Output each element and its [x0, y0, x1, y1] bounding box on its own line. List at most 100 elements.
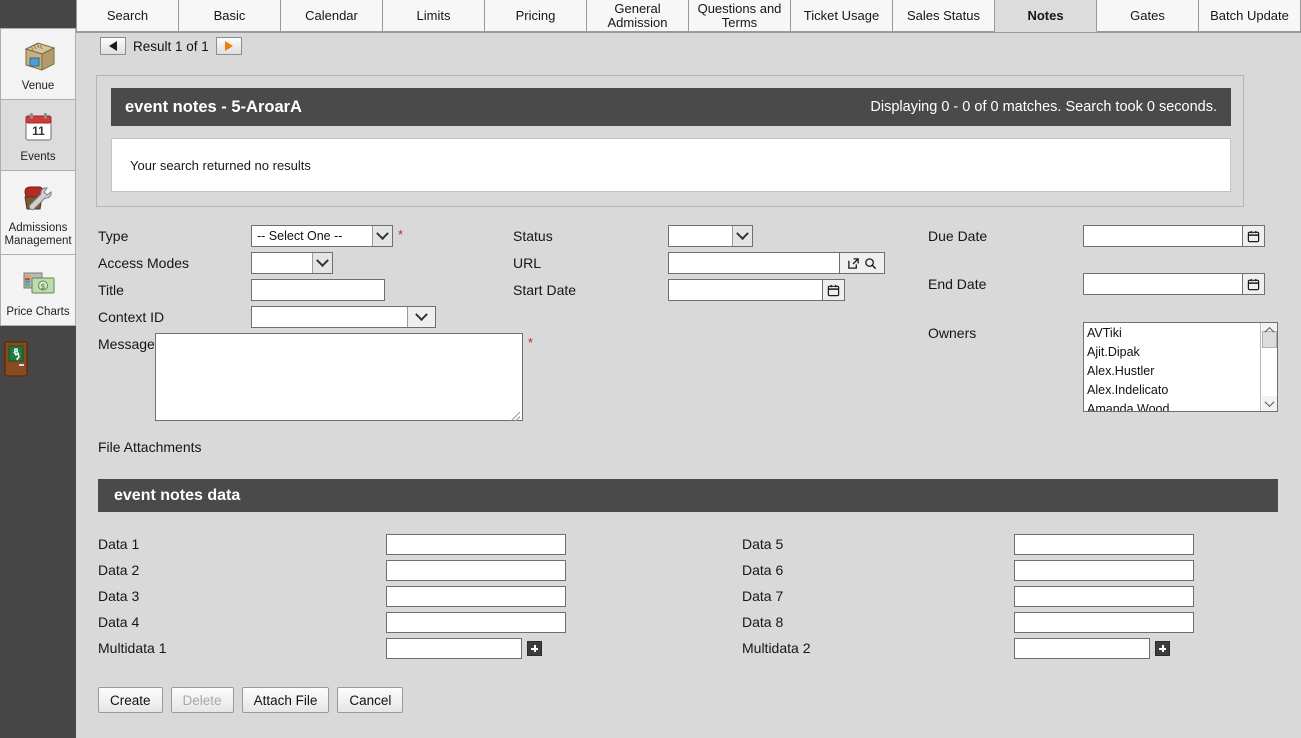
message-required-marker: *: [527, 335, 533, 350]
start-date-picker-button[interactable]: [823, 279, 845, 301]
field-multidata-1: Multidata 1: [98, 635, 566, 661]
tab-batch-update[interactable]: Batch Update: [1199, 0, 1301, 32]
access-modes-select[interactable]: [251, 252, 333, 274]
owners-listbox[interactable]: AVTiki Ajit.Dipak Alex.Hustler Alex.Inde…: [1083, 322, 1278, 412]
url-action-buttons[interactable]: [840, 252, 885, 274]
svg-text:11: 11: [32, 124, 45, 138]
tab-search[interactable]: Search: [76, 0, 179, 32]
content-area: Result 1 of 1 event notes - 5-AroarA Dis…: [76, 33, 1301, 738]
tab-notes[interactable]: Notes: [995, 0, 1097, 32]
create-button[interactable]: Create: [98, 687, 163, 713]
data-3-label: Data 3: [98, 588, 140, 604]
data-3-input[interactable]: [386, 585, 566, 607]
sidebar-item-venue[interactable]: Venue: [0, 28, 76, 100]
form-action-buttons: Create Delete Attach File Cancel: [98, 687, 404, 713]
add-multidata-2-icon[interactable]: [1155, 640, 1170, 656]
tab-basic[interactable]: Basic: [179, 0, 281, 32]
sidebar-item-exit[interactable]: [0, 340, 76, 378]
search-results-panel: event notes - 5-AroarA Displaying 0 - 0 …: [96, 75, 1244, 207]
chevron-down-icon: [372, 226, 392, 246]
tab-sales-status[interactable]: Sales Status: [893, 0, 995, 32]
field-data-8: Data 8: [742, 609, 1194, 635]
type-select[interactable]: -- Select One --: [251, 225, 393, 247]
field-status: Status: [513, 225, 933, 247]
field-data-1: Data 1: [98, 531, 566, 557]
multidata-2-input[interactable]: [1014, 637, 1150, 659]
due-date-picker-button[interactable]: [1243, 225, 1265, 247]
data-column-left: Data 1 Data 2 Data 3 Data 4 Multidata 1: [98, 531, 566, 661]
multidata-1-input[interactable]: [386, 637, 522, 659]
sidebar: Venue 11 Events Admissions Management $ …: [0, 0, 76, 738]
calendar-icon: [827, 284, 840, 297]
due-date-input[interactable]: [1083, 225, 1243, 247]
result-navigation: Result 1 of 1: [100, 37, 242, 55]
url-input[interactable]: [668, 252, 840, 274]
tab-general-admission[interactable]: General Admission: [587, 0, 689, 32]
type-select-value: -- Select One --: [257, 229, 343, 243]
attach-file-button[interactable]: Attach File: [241, 687, 330, 713]
tab-calendar[interactable]: Calendar: [281, 0, 383, 32]
tab-limits[interactable]: Limits: [383, 0, 485, 32]
file-attachments-label: File Attachments: [98, 439, 202, 455]
list-item[interactable]: Alex.Hustler: [1087, 362, 1260, 381]
context-id-combobox[interactable]: [251, 306, 436, 328]
field-due-date: Due Date: [928, 225, 1298, 247]
sidebar-item-events[interactable]: 11 Events: [0, 100, 76, 171]
search-icon[interactable]: [864, 257, 877, 270]
scroll-down-icon[interactable]: [1261, 396, 1277, 411]
field-data-4: Data 4: [98, 609, 566, 635]
owners-scrollbar[interactable]: [1260, 323, 1277, 411]
sidebar-item-label: Events: [20, 151, 56, 163]
url-label: URL: [513, 255, 542, 271]
add-multidata-1-icon[interactable]: [527, 640, 542, 656]
status-select[interactable]: [668, 225, 753, 247]
external-link-icon[interactable]: [847, 257, 860, 270]
next-result-button[interactable]: [215, 37, 242, 55]
owners-option-list: AVTiki Ajit.Dipak Alex.Hustler Alex.Inde…: [1084, 323, 1260, 411]
tab-gates[interactable]: Gates: [1097, 0, 1199, 32]
type-required-marker: *: [398, 227, 404, 242]
data-8-input[interactable]: [1014, 611, 1194, 633]
sidebar-item-price-charts[interactable]: $ Price Charts: [0, 255, 76, 326]
data-7-label: Data 7: [742, 588, 784, 604]
chevron-down-icon: [312, 253, 332, 273]
list-item[interactable]: AVTiki: [1087, 324, 1260, 343]
type-label: Type: [98, 228, 129, 244]
sidebar-item-admissions-management[interactable]: Admissions Management: [0, 171, 76, 255]
data-4-input[interactable]: [386, 611, 566, 633]
data-6-input[interactable]: [1014, 559, 1194, 581]
cancel-button[interactable]: Cancel: [337, 687, 404, 713]
end-date-picker-button[interactable]: [1243, 273, 1265, 295]
data-2-input[interactable]: [386, 559, 566, 581]
previous-result-button[interactable]: [100, 37, 126, 55]
tab-pricing[interactable]: Pricing: [485, 0, 587, 32]
data-section-header: event notes data: [98, 479, 1278, 512]
end-date-label: End Date: [928, 276, 987, 292]
exit-door-icon: [0, 340, 76, 378]
triangle-left-icon: [109, 41, 117, 51]
multidata-2-label: Multidata 2: [742, 640, 811, 656]
start-date-input[interactable]: [668, 279, 823, 301]
message-textarea[interactable]: [154, 333, 523, 421]
search-status-text: Displaying 0 - 0 of 0 matches. Search to…: [870, 99, 1217, 115]
data-2-label: Data 2: [98, 562, 140, 578]
calendar-icon: [1247, 278, 1260, 291]
list-item[interactable]: Alex.Indelicato: [1087, 381, 1260, 400]
end-date-input[interactable]: [1083, 273, 1243, 295]
title-input[interactable]: [251, 279, 385, 301]
chevron-down-icon: [732, 226, 752, 246]
note-form: Type -- Select One -- * Access Modes Tit…: [76, 225, 1301, 445]
field-data-3: Data 3: [98, 583, 566, 609]
form-column-middle: Status URL Start Date: [513, 225, 933, 306]
list-item[interactable]: Ajit.Dipak: [1087, 343, 1260, 362]
data-4-label: Data 4: [98, 614, 140, 630]
tab-questions-and-terms[interactable]: Questions and Terms: [689, 0, 791, 32]
list-item[interactable]: Amanda.Wood: [1087, 400, 1260, 411]
data-5-input[interactable]: [1014, 533, 1194, 555]
status-label: Status: [513, 228, 553, 244]
data-1-input[interactable]: [386, 533, 566, 555]
delete-button: Delete: [170, 687, 234, 713]
tab-ticket-usage[interactable]: Ticket Usage: [791, 0, 893, 32]
data-7-input[interactable]: [1014, 585, 1194, 607]
field-end-date: End Date: [928, 273, 1298, 295]
